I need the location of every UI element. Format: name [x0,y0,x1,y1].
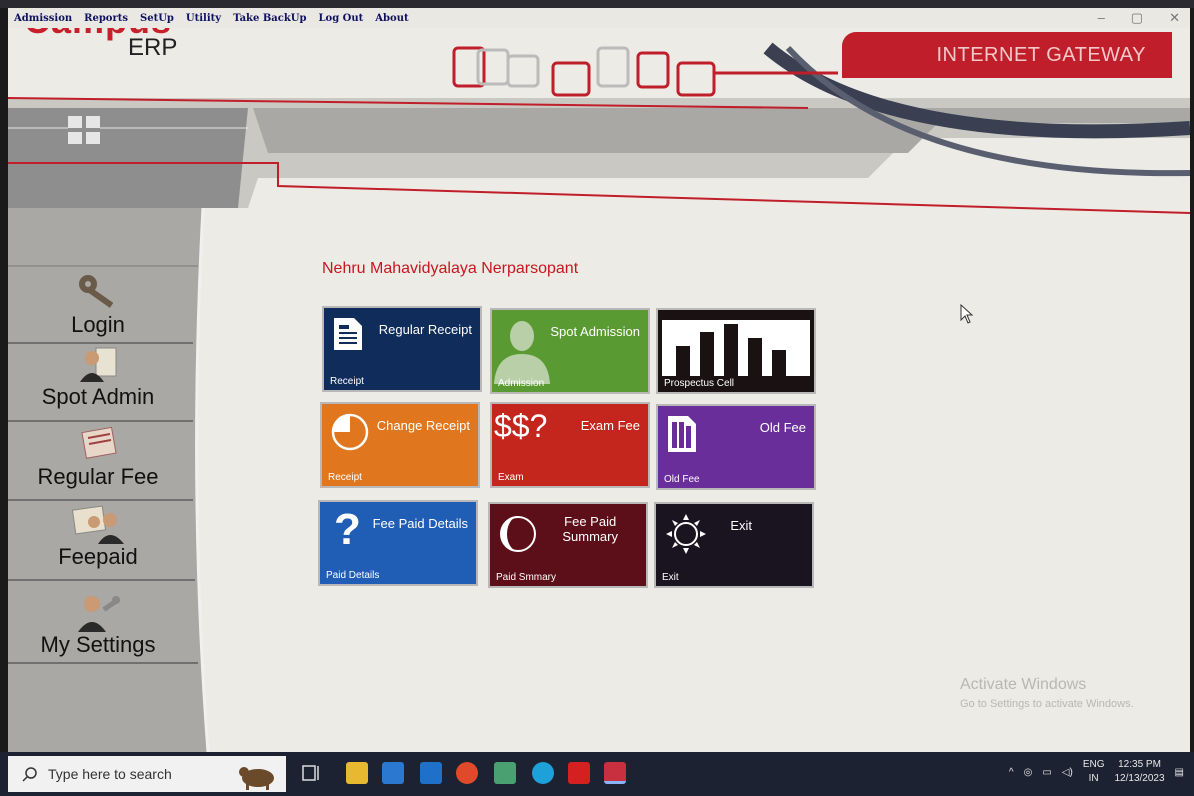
pdf-reader-icon[interactable] [568,762,590,784]
monitor-bezel [0,0,1194,8]
clock-time: 12:35 PM [1118,759,1161,770]
search-placeholder: Type here to search [48,766,172,782]
document-icon [334,318,362,350]
nav-spot-admin[interactable]: Spot Admin [8,344,188,410]
menu-about[interactable]: About [375,13,408,24]
task-view-icon[interactable] [300,762,322,784]
network-icon[interactable]: ▭ [1042,767,1051,778]
clock[interactable]: 12:35 PM 12/13/2023 [1114,758,1164,786]
maximize-button[interactable]: ▢ [1131,10,1143,26]
tile-exit[interactable]: Exit Exit [654,502,814,588]
tile-title: Spot Admission [550,324,640,339]
tile-title: Change Receipt [376,418,470,433]
animal-widget-icon [239,767,274,790]
nav-label-regular-fee: Regular Fee [37,464,159,489]
activate-title: Activate Windows [960,676,1087,693]
person-document-icon [80,347,117,382]
menu-utility[interactable]: Utility [186,13,221,24]
sun-icon [666,514,706,554]
minimize-button[interactable]: – [1098,10,1105,26]
app-window: Admission Reports SetUp Utility Take Bac… [8,8,1190,752]
nav-feepaid[interactable]: Feepaid [8,504,188,570]
key-icon [79,275,114,308]
question-mark-icon: ? [334,505,361,554]
tile-title: Regular Receipt [378,322,472,337]
nav-label-spot-admin: Spot Admin [41,384,155,409]
tile-regular-receipt[interactable]: Regular Receipt Receipt [322,306,482,392]
nav-label-my-settings: My Settings [40,632,156,657]
tile-title: Fee Paid Summary [562,514,618,544]
tile-change-receipt[interactable]: Change Receipt Receipt [320,402,480,488]
onedrive-icon[interactable]: ◎ [1024,767,1033,778]
system-tray: ^ ◎ ▭ ◁) ENG IN 12:35 PM 12/13/2023 ▤ [1009,758,1184,786]
tile-subtitle: Receipt [330,376,364,387]
tile-title: Fee Paid Details [372,516,468,531]
notification-icon[interactable]: ▤ [1175,767,1184,778]
page-title: Nehru Mahavidyalaya Nerparsopant [322,260,579,277]
nav-login[interactable]: Login [8,272,188,338]
lang-code: ENG [1082,759,1105,770]
document-lines-icon [668,416,696,452]
tile-fee-paid-details[interactable]: ? Fee Paid Details Paid Details [318,500,478,586]
nav-label-feepaid: Feepaid [58,544,138,569]
store-icon[interactable] [382,762,404,784]
tile-title: Exit [730,518,752,533]
internet-gateway-banner: INTERNET GATEWAY [842,32,1172,78]
bar-chart-icon [662,320,810,376]
logo-erp: ERP [128,34,178,61]
menu-log-out[interactable]: Log Out [319,13,364,24]
menu-setup[interactable]: SetUp [140,13,174,24]
tile-old-fee[interactable]: Old Fee Old Fee [656,404,816,490]
tile-subtitle: Exit [662,572,679,583]
pie-chart-icon [331,413,369,451]
dollar-question-icon: $$? [494,408,548,444]
settings-person-icon [78,596,121,632]
tile-prospectus-cell[interactable]: Prospectus Cell [656,308,816,394]
menu-reports[interactable]: Reports [84,13,128,24]
activate-windows-watermark: Activate Windows Go to Settings to activ… [960,676,1134,710]
menu-bar: Admission Reports SetUp Utility Take Bac… [8,8,1190,28]
close-button[interactable]: ✕ [1169,10,1180,26]
language-indicator[interactable]: ENG IN [1083,758,1105,786]
region-code: IN [1088,773,1099,784]
activate-subtitle: Go to Settings to activate Windows. [960,698,1134,710]
tile-fee-paid-summary[interactable]: Fee Paid Summary Paid Smmary [488,502,648,588]
chrome-icon[interactable] [456,762,478,784]
nav-label-login: Login [71,312,125,337]
search-icon [22,767,37,782]
tile-title: Old Fee [759,420,806,435]
crescent-icon [500,516,536,552]
person-silhouette-icon [494,321,550,384]
tile-subtitle: Paid Smmary [496,572,557,583]
tile-subtitle: Prospectus Cell [664,378,735,389]
app-icon[interactable] [494,762,516,784]
clock-date: 12/13/2023 [1114,773,1165,784]
tile-exam-fee[interactable]: $$? Exam Fee Exam [490,402,650,488]
edge-icon[interactable] [532,762,554,784]
tile-subtitle: Paid Details [326,570,380,581]
mail-icon[interactable] [420,762,442,784]
window-controls: – ▢ ✕ [1098,10,1180,26]
menu-take-backup[interactable]: Take BackUp [233,13,306,24]
tile-spot-admission[interactable]: Spot Admission Admission [490,308,650,394]
tile-subtitle: Old Fee [664,474,700,485]
taskbar-search[interactable]: Type here to search [8,756,286,792]
fee-document-icon [81,426,117,459]
menu-admission[interactable]: Admission [14,13,72,24]
volume-icon[interactable]: ◁) [1062,767,1073,778]
tile-subtitle: Receipt [328,472,362,483]
nav-my-settings[interactable]: My Settings [8,592,188,658]
tile-title: Exam Fee [580,418,640,433]
nav-regular-fee[interactable]: Regular Fee [8,424,188,490]
taskbar: Type here to search ^ ◎ ▭ ◁) ENG IN 12:3… [0,752,1194,796]
file-explorer-icon[interactable] [346,762,368,784]
mouse-cursor-icon [960,304,974,324]
tile-subtitle: Admission [498,378,545,389]
tile-subtitle: Exam [498,472,524,483]
campus-erp-taskbar-icon[interactable] [604,762,626,784]
people-document-icon [71,505,124,544]
chevron-up-icon[interactable]: ^ [1009,767,1014,778]
